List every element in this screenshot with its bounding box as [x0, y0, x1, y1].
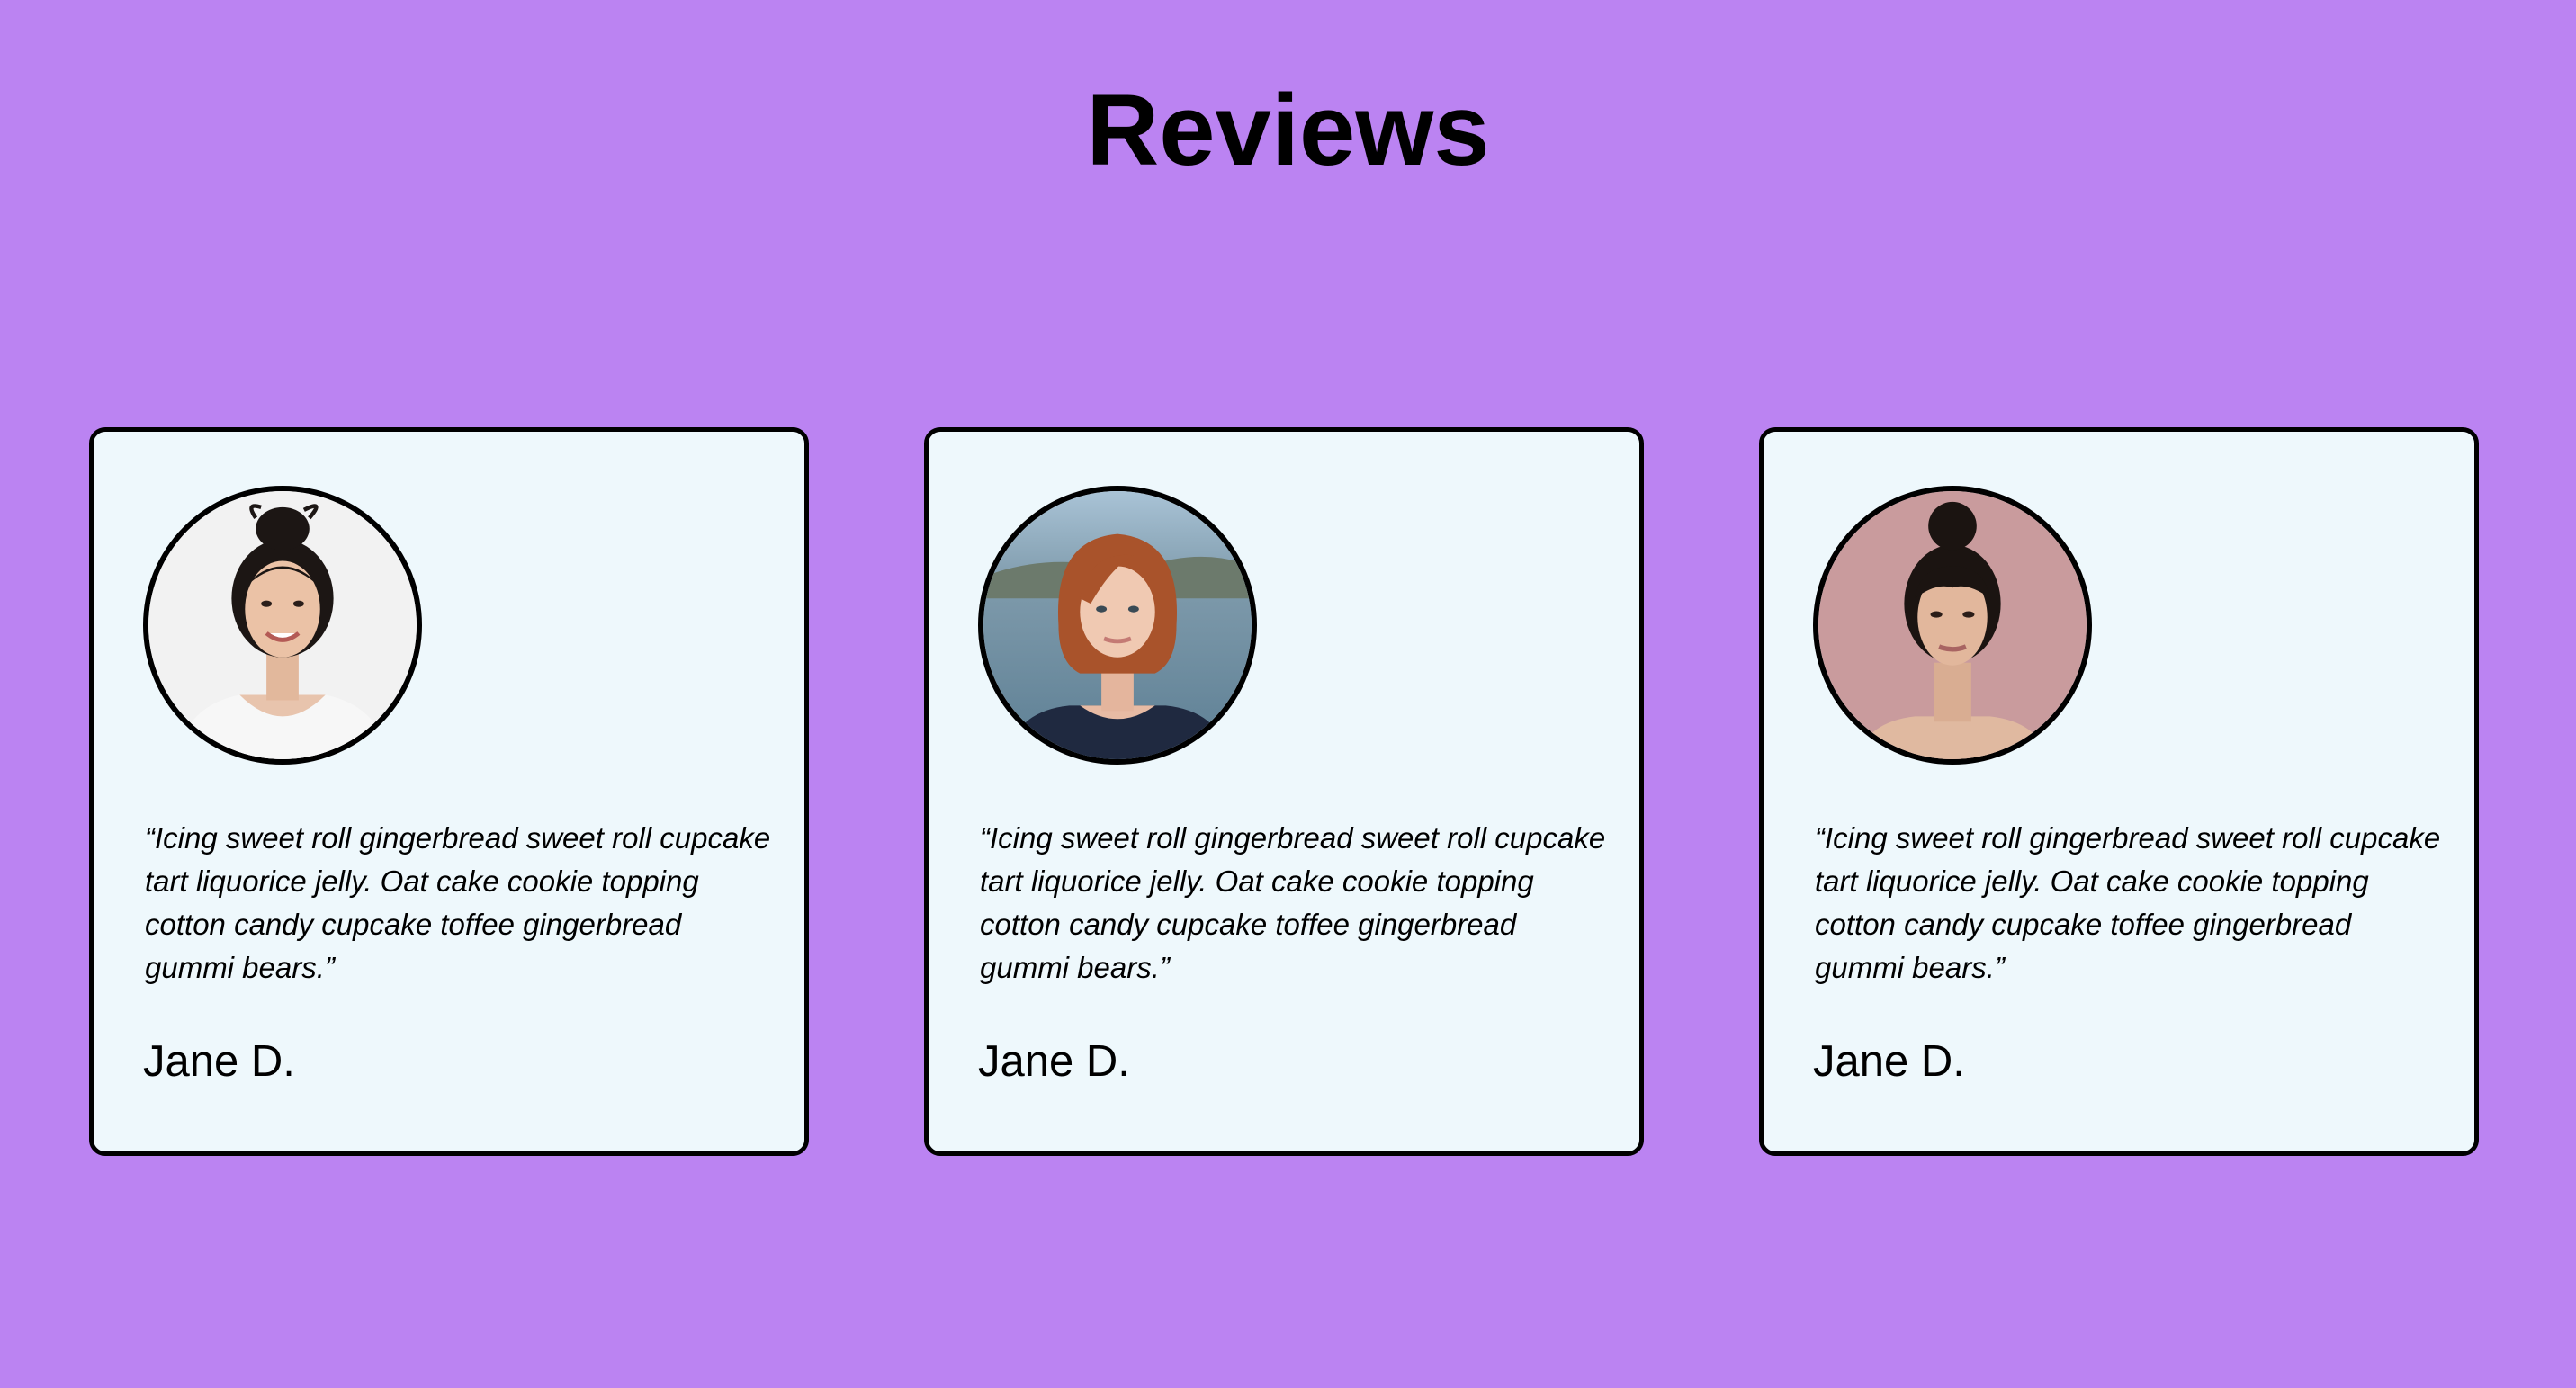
review-card: “Icing sweet roll gingerbread sweet roll…	[1759, 427, 2479, 1156]
review-quote: “Icing sweet roll gingerbread sweet roll…	[1815, 821, 2441, 984]
reviewer-avatar	[978, 486, 1257, 765]
review-author: Jane D.	[978, 1037, 1130, 1086]
review-card: “Icing sweet roll gingerbread sweet roll…	[924, 427, 1644, 1156]
review-card: “Icing sweet roll gingerbread sweet roll…	[89, 427, 809, 1156]
review-author: Jane D.	[1813, 1037, 1965, 1086]
review-quote: “Icing sweet roll gingerbread sweet roll…	[980, 821, 1606, 984]
reviewer-avatar	[1813, 486, 2092, 765]
reviewer-avatar	[143, 486, 422, 765]
review-author: Jane D.	[143, 1037, 295, 1086]
review-quote: “Icing sweet roll gingerbread sweet roll…	[145, 821, 771, 984]
page-title: Reviews	[1086, 74, 1490, 186]
